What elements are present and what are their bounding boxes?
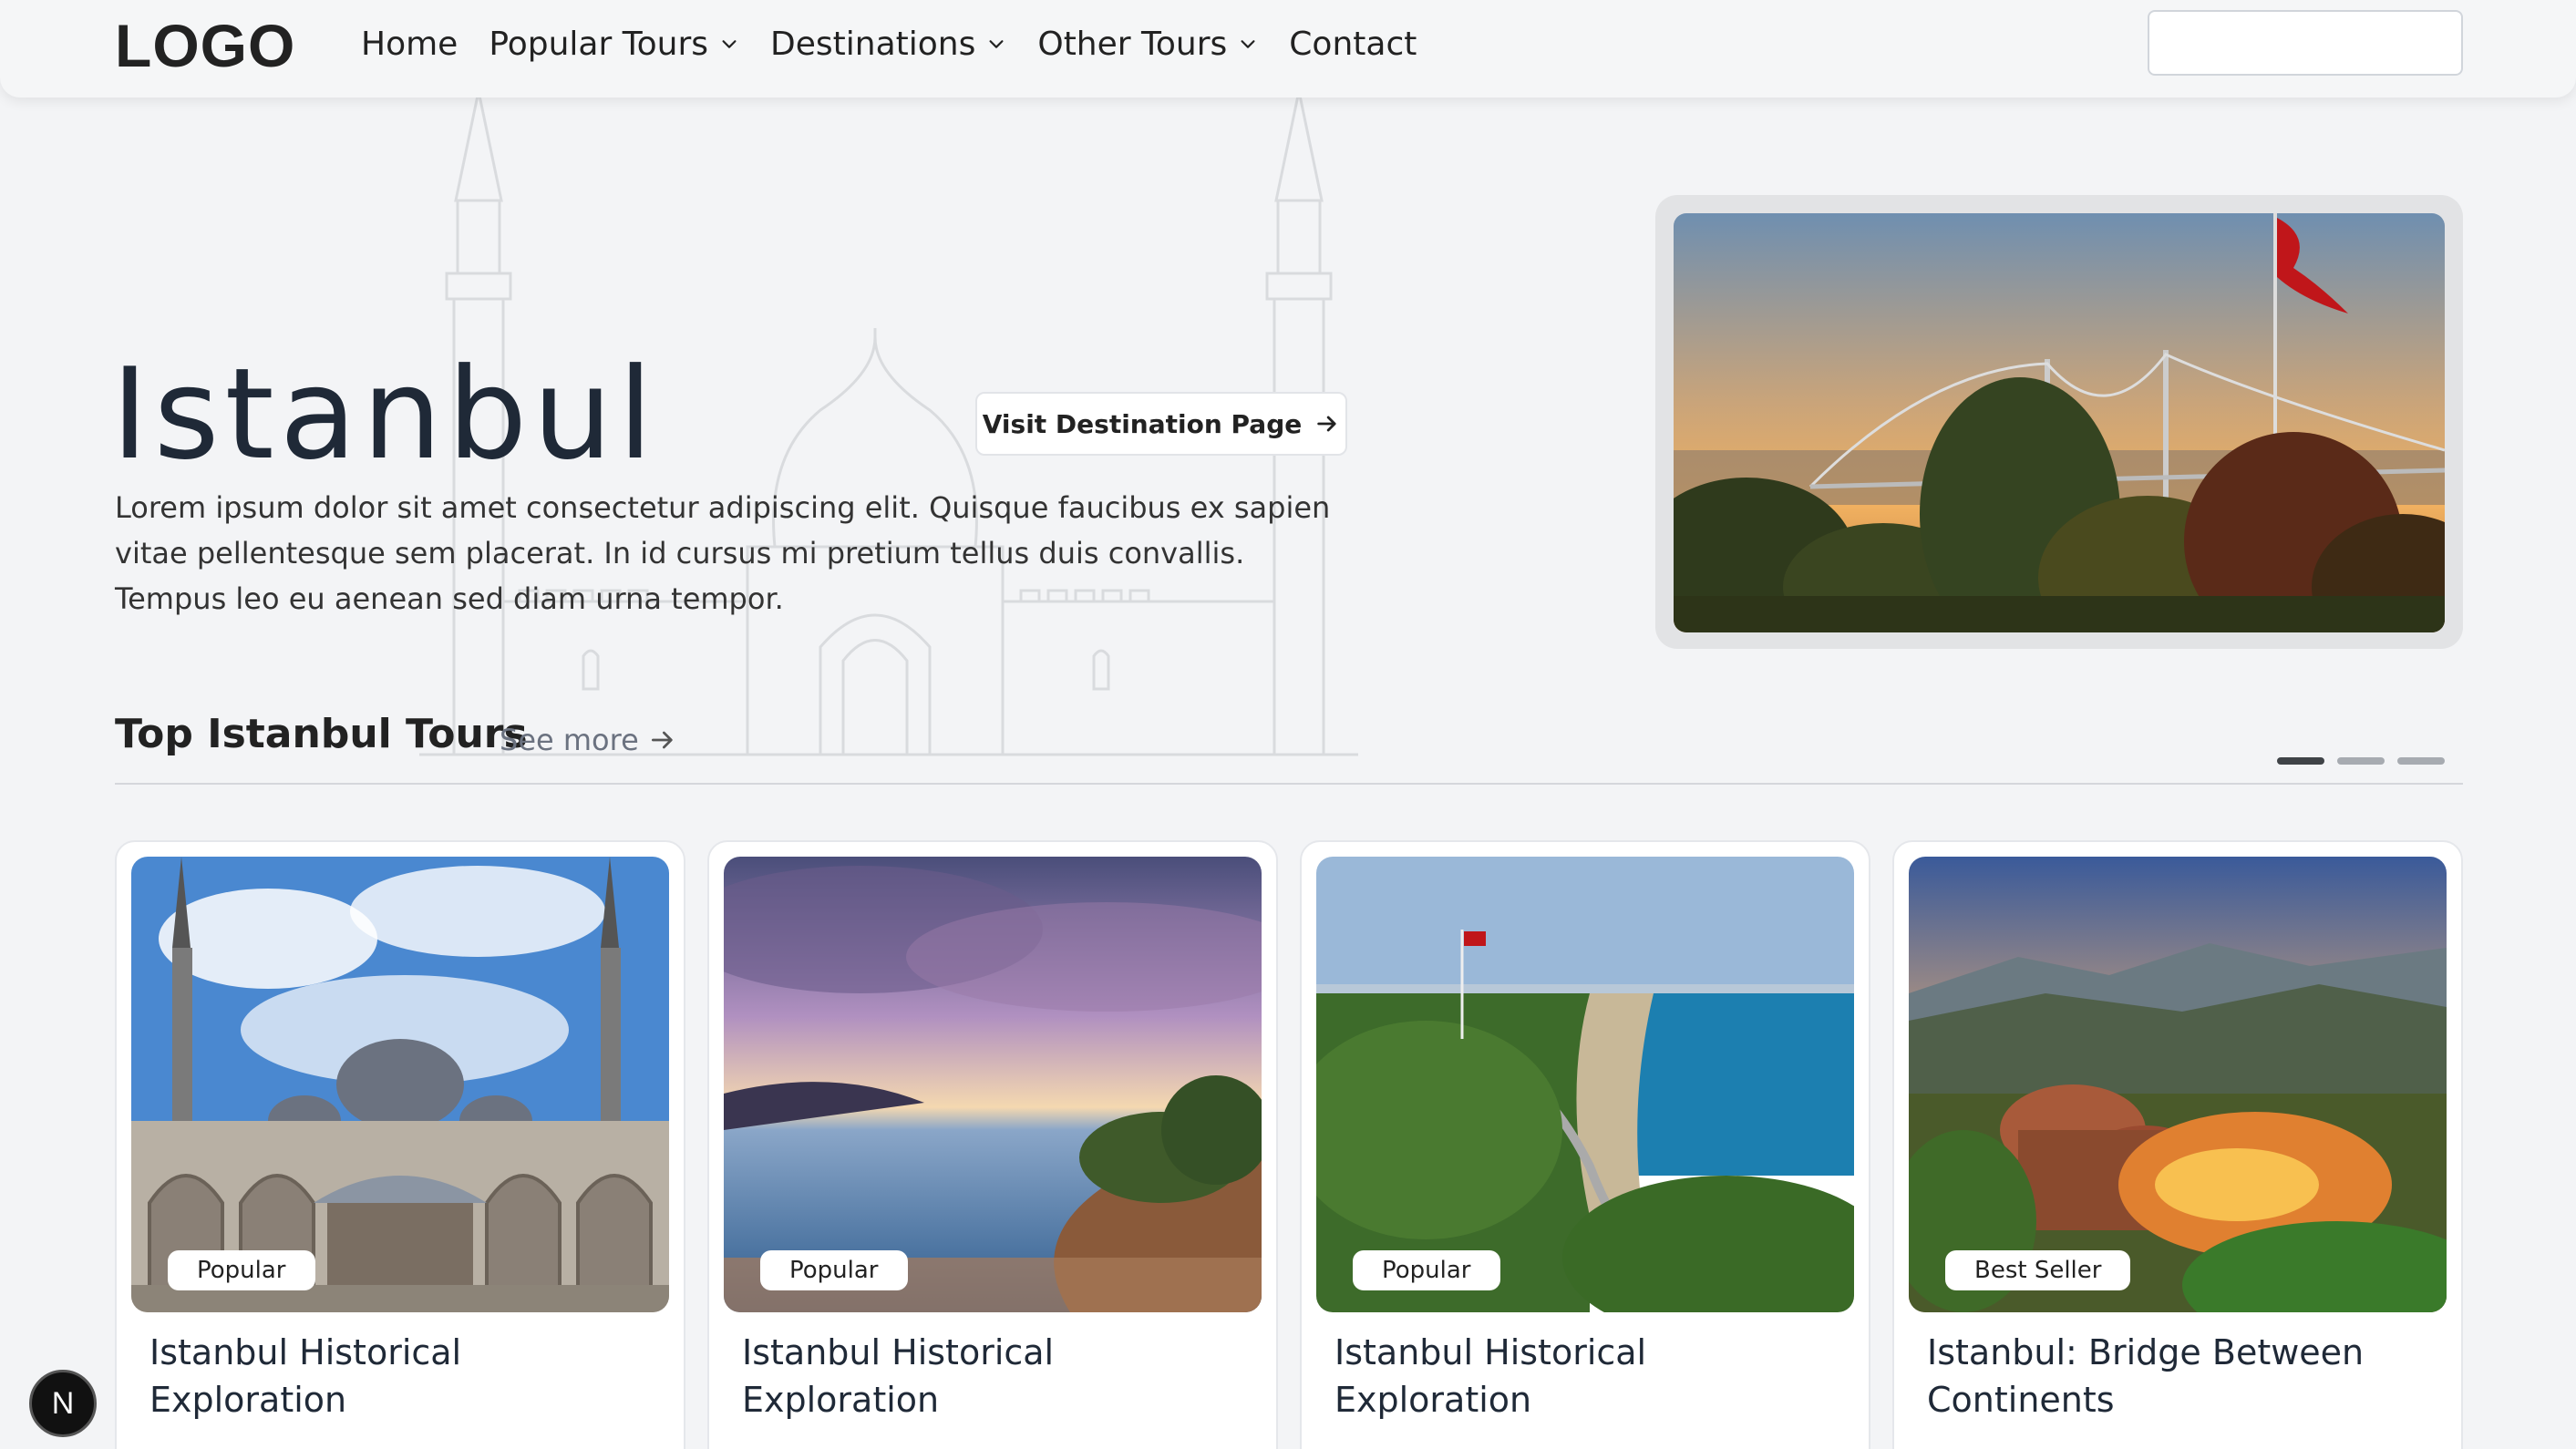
mountain-village-image [1909, 857, 2447, 1312]
main-nav: Home Popular Tours Destinations Other To… [361, 20, 1448, 67]
tour-card[interactable]: Best Seller Istanbul: Bridge Between Con… [1892, 840, 2463, 1449]
tour-card-image: Best Seller [1909, 857, 2447, 1312]
coastal-park-image [1316, 857, 1854, 1312]
visit-button-label: Visit Destination Page [982, 408, 1303, 439]
card-title: Istanbul Historical Exploration [149, 1332, 462, 1420]
bosphorus-bridge-sunset-image [1674, 213, 2445, 632]
arrow-right-icon [1317, 416, 1336, 432]
search-input[interactable] [2148, 10, 2463, 76]
chevron-down-icon [722, 40, 737, 48]
image-carousel [1655, 195, 2463, 649]
dev-tools-badge[interactable]: N [29, 1370, 97, 1437]
card-badge: Popular [760, 1250, 908, 1290]
tour-card-image: Popular [1316, 857, 1854, 1312]
nav-label: Other Tours [1037, 25, 1228, 63]
carousel-dot-3[interactable] [2397, 757, 2445, 765]
tour-card[interactable]: Popular Istanbul Historical Exploration [115, 840, 685, 1449]
destination-description: Lorem ipsum dolor sit amet consectetur a… [115, 490, 1331, 616]
site-header: LOGO Home Popular Tours Destinations Oth… [0, 0, 2576, 98]
see-more-label: See more [500, 723, 639, 757]
tour-card-image: Popular [724, 857, 1262, 1312]
card-title: Istanbul Historical Exploration [1334, 1332, 1647, 1420]
nav-label: Home [361, 25, 459, 63]
visit-destination-button[interactable]: Visit Destination Page [975, 392, 1347, 456]
coastal-sunset-image [724, 857, 1262, 1312]
see-more-link[interactable]: See more [500, 723, 677, 757]
destination-title: Istanbul [111, 341, 659, 488]
nav-label: Destinations [770, 25, 976, 63]
card-badge: Popular [168, 1250, 315, 1290]
nav-label: Popular Tours [489, 25, 709, 63]
card-title: Istanbul Historical Exploration [742, 1332, 1055, 1420]
nav-item-popular-tours[interactable]: Popular Tours [489, 26, 739, 63]
carousel-dot-2[interactable] [2337, 757, 2385, 765]
tour-card[interactable]: Popular Istanbul Historical Exploration [707, 840, 1278, 1449]
section-title: Top Istanbul Tours [115, 711, 528, 757]
section-divider [115, 783, 2463, 785]
card-badge: Best Seller [1945, 1250, 2131, 1290]
card-title: Istanbul: Bridge Between Continents [1927, 1332, 2365, 1420]
carousel-indicators [2277, 757, 2458, 765]
arrow-right-icon [651, 731, 673, 749]
nav-item-other-tours[interactable]: Other Tours [1037, 26, 1258, 63]
nav-label: Contact [1289, 25, 1417, 63]
mosque-courtyard-image [131, 857, 669, 1312]
tour-card-image: Popular [131, 857, 669, 1312]
logo[interactable]: LOGO [115, 13, 295, 78]
chevron-down-icon [1241, 40, 1255, 48]
chevron-down-icon [989, 40, 1004, 48]
nav-item-destinations[interactable]: Destinations [770, 26, 1006, 63]
nav-item-home[interactable]: Home [361, 26, 458, 63]
carousel-dot-1[interactable] [2277, 757, 2324, 765]
tour-card[interactable]: Popular Istanbul Historical Exploration [1300, 840, 1870, 1449]
carousel-slide-image [1674, 213, 2445, 632]
card-badge: Popular [1353, 1250, 1500, 1290]
nav-item-contact[interactable]: Contact [1289, 26, 1417, 63]
